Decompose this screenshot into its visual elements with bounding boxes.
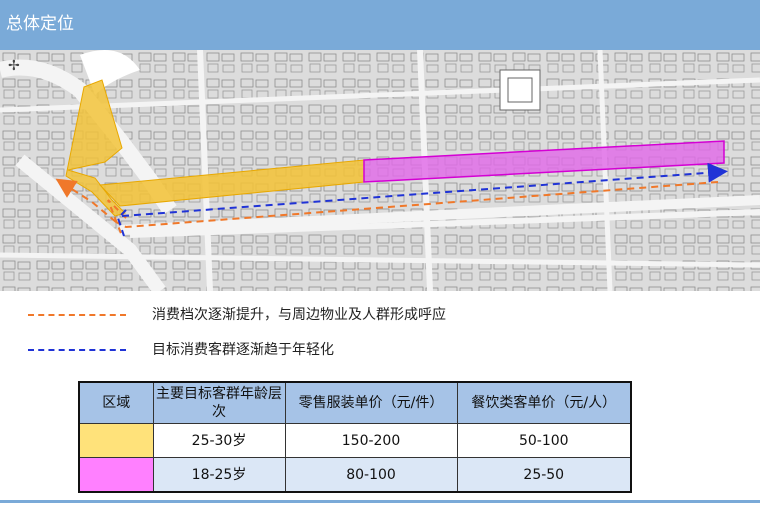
page-title: 总体定位 xyxy=(6,14,74,34)
dining-price-cell: 25-50 xyxy=(456,457,632,493)
footer-divider xyxy=(0,500,760,503)
compass-icon: ✢ xyxy=(8,58,20,74)
table-row: 18-25岁 80-100 25-50 xyxy=(78,457,632,493)
table-header-row: 区域 主要目标客群年龄层次 零售服装单价（元/件） 餐饮类客单价（元/人） xyxy=(78,381,632,424)
age-cell: 18-25岁 xyxy=(152,457,286,493)
blue-dashed-line-icon xyxy=(28,349,126,351)
col-header-dining-price: 餐饮类客单价（元/人） xyxy=(456,381,632,424)
retail-price-cell: 150-200 xyxy=(284,423,458,458)
header-bar: 总体定位 xyxy=(0,0,760,50)
zone-swatch-yellow xyxy=(78,423,154,458)
legend-item-orange: 消费档次逐渐提升，与周边物业及人群形成呼应 xyxy=(28,304,548,326)
zone-swatch-magenta xyxy=(78,457,154,493)
col-header-retail-price: 零售服装单价（元/件） xyxy=(284,381,458,424)
table-row: 25-30岁 150-200 50-100 xyxy=(78,423,632,458)
site-map: ✢ xyxy=(0,50,760,291)
retail-price-cell: 80-100 xyxy=(284,457,458,493)
legend-item-blue: 目标消费客群逐渐趋于年轻化 xyxy=(28,339,548,361)
positioning-table: 区域 主要目标客群年龄层次 零售服装单价（元/件） 餐饮类客单价（元/人） 25… xyxy=(78,381,632,493)
col-header-age: 主要目标客群年龄层次 xyxy=(152,381,286,424)
legend-label: 目标消费客群逐渐趋于年轻化 xyxy=(152,342,334,358)
legend-label: 消费档次逐渐提升，与周边物业及人群形成呼应 xyxy=(152,307,446,323)
age-cell: 25-30岁 xyxy=(152,423,286,458)
col-header-zone: 区域 xyxy=(78,381,154,424)
orange-dashed-line-icon xyxy=(28,314,126,316)
site-map-image: ✢ xyxy=(0,50,760,291)
dining-price-cell: 50-100 xyxy=(456,423,632,458)
